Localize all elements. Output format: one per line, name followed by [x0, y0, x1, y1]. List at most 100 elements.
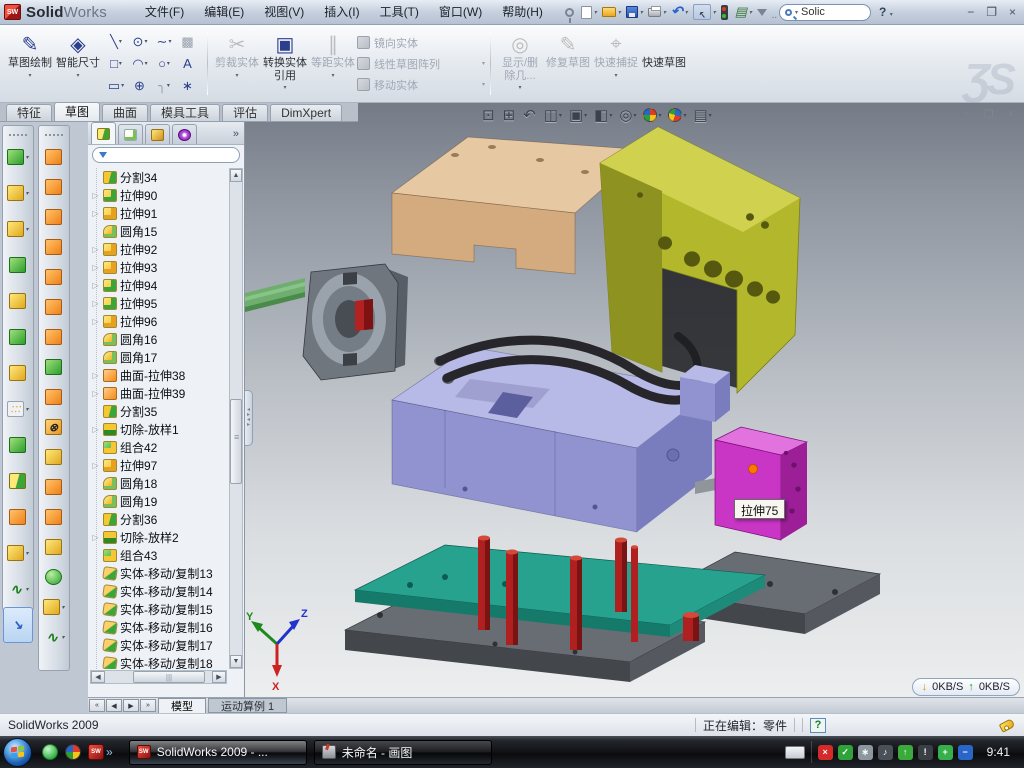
propertymanager-tab-icon[interactable]: [118, 124, 143, 144]
point-icon[interactable]: ∗: [176, 75, 200, 97]
tab-nav-button[interactable]: ▶: [123, 699, 139, 712]
close-button[interactable]: ×: [1009, 5, 1016, 19]
arc-icon[interactable]: ◠▾: [128, 53, 152, 75]
tree-item[interactable]: 分割36: [90, 510, 227, 528]
rapid-sketch-button[interactable]: 快速草图: [640, 28, 688, 99]
tree-item[interactable]: 实体-移动/复制13: [90, 564, 227, 582]
display-delete-relations-button[interactable]: ◎显示/删除几...▾: [496, 28, 544, 99]
spline-icon[interactable]: ∼▾: [152, 31, 176, 53]
convert-entities-button[interactable]: ▣转换实体引用▾: [261, 28, 309, 99]
launch-solidworks-icon[interactable]: SW: [88, 744, 104, 760]
command-tab[interactable]: 模具工具: [150, 104, 220, 121]
health-shield-icon[interactable]: +: [938, 745, 953, 760]
hide-show-items-icon[interactable]: ◎▾: [617, 105, 638, 125]
menu-item[interactable]: 文件(F): [135, 0, 194, 24]
expand-arrow[interactable]: ▷: [91, 533, 100, 542]
ruled-surface-icon[interactable]: [39, 382, 69, 412]
task-button[interactable]: SWSolidWorks 2009 - ...: [129, 740, 307, 765]
command-tab[interactable]: 特征: [6, 104, 52, 121]
tree-item[interactable]: ▷ 切除-放样2: [90, 528, 227, 546]
sync-blocked-icon[interactable]: −: [958, 745, 973, 760]
tree-item[interactable]: 圆角17: [90, 348, 227, 366]
expand-arrow[interactable]: ▷: [91, 245, 100, 254]
draft-icon[interactable]: [3, 319, 33, 355]
boundary-surface-icon[interactable]: [39, 232, 69, 262]
tree-item[interactable]: ▷ 曲面-拉伸39: [90, 384, 227, 402]
instant3d-button[interactable]: ↘: [3, 607, 33, 643]
toolbar-button[interactable]: [755, 2, 771, 22]
tree-item[interactable]: 圆角15: [90, 222, 227, 240]
model-canvas[interactable]: Y Z X: [245, 103, 1024, 697]
menu-item[interactable]: 视图(V): [254, 0, 314, 24]
search-box[interactable]: ▾ Solic: [779, 4, 871, 21]
expand-arrow[interactable]: ▷: [91, 425, 100, 434]
dimxpertmanager-tab-icon[interactable]: [172, 124, 197, 144]
toolbar-button[interactable]: ▾: [579, 2, 599, 22]
command-tab[interactable]: 草图: [54, 102, 100, 121]
search-dropdown-arrow[interactable]: ▾: [795, 9, 798, 16]
menu-item[interactable]: 插入(I): [314, 0, 369, 24]
extend-surface-icon[interactable]: [39, 472, 69, 502]
trim-entities-button[interactable]: ✂剪裁实体▾: [213, 28, 261, 99]
tab-nav-button[interactable]: «: [89, 699, 105, 712]
toolbar-button[interactable]: ▾: [733, 2, 754, 22]
offset-entities-button[interactable]: ∥等距实体▾: [309, 28, 357, 99]
volume-icon[interactable]: ♪: [878, 745, 893, 760]
tree-item[interactable]: ▷ 拉伸97: [90, 456, 227, 474]
thicken-icon[interactable]: [39, 562, 69, 592]
scrollbar-thumb[interactable]: |||: [133, 671, 205, 683]
tree-item[interactable]: 圆角18: [90, 474, 227, 492]
quick-snaps-button[interactable]: ⌖快速捕捉▾: [592, 28, 640, 99]
model-tab[interactable]: 运动算例 1: [208, 698, 287, 713]
updater-icon[interactable]: ∗: [858, 745, 873, 760]
tab-nav-button[interactable]: »: [140, 699, 156, 712]
expand-arrow[interactable]: ▷: [91, 299, 100, 308]
circle-icon[interactable]: ⊙▾: [128, 31, 152, 53]
toolbar-button[interactable]: ▾: [624, 2, 645, 22]
tree-item[interactable]: 实体-移动/复制17: [90, 636, 227, 654]
apply-scene-icon[interactable]: ▾: [666, 107, 688, 123]
start-button[interactable]: [3, 738, 32, 767]
fillet-icon[interactable]: ▾: [3, 211, 33, 247]
part-core-block[interactable]: [392, 347, 712, 532]
scroll-down-button[interactable]: ▼: [230, 655, 242, 668]
command-tab[interactable]: DimXpert: [270, 104, 342, 121]
tree-horizontal-scrollbar[interactable]: ◀ ||| ▶: [90, 670, 227, 684]
delete-face-icon[interactable]: ⊗: [39, 412, 69, 442]
tree-item[interactable]: ▷ 拉伸93: [90, 258, 227, 276]
help-button[interactable]: ? ▾: [879, 5, 893, 19]
tree-vertical-scrollbar[interactable]: ▲ ▼: [229, 168, 243, 669]
tree-item[interactable]: 分割34: [90, 168, 227, 186]
toolbar-button[interactable]: [563, 2, 578, 22]
split-icon[interactable]: [3, 463, 33, 499]
planar-surface-icon[interactable]: [39, 322, 69, 352]
offset-surface-icon[interactable]: [39, 352, 69, 382]
tree-filter-input[interactable]: [92, 147, 240, 163]
polygon-icon[interactable]: ⊕: [128, 75, 152, 97]
shell-icon[interactable]: [3, 283, 33, 319]
toolbar-button[interactable]: ▾: [646, 2, 668, 22]
tree-item[interactable]: 实体-移动/复制14: [90, 582, 227, 600]
expand-arrow[interactable]: ▷: [91, 389, 100, 398]
swept-boss-icon[interactable]: [3, 247, 33, 283]
doc-close-button[interactable]: ×: [1008, 108, 1014, 121]
menu-item[interactable]: 窗口(W): [429, 0, 492, 24]
featuremanager-tab-icon[interactable]: [91, 122, 116, 144]
tree-item[interactable]: ▷ 拉伸95: [90, 294, 227, 312]
combine-icon[interactable]: [3, 427, 33, 463]
sketch-draw-button[interactable]: ✎草图绘制▾: [6, 28, 54, 99]
command-tab[interactable]: 曲面: [102, 104, 148, 121]
swept-surface-icon[interactable]: [39, 142, 69, 172]
menu-item[interactable]: 编辑(E): [194, 0, 254, 24]
revolved-surface-icon[interactable]: [39, 172, 69, 202]
curves-icon[interactable]: ∿▾: [3, 571, 33, 607]
graphics-area[interactable]: Y Z X ⊡⊞↶◫▾▣▾◧▾◎▾▾▾▤▾ −❐× ◂▸◂▸ 拉伸75 ↓ 0K…: [245, 103, 1024, 697]
tree-item[interactable]: ▷ 拉伸91: [90, 204, 227, 222]
reference-geometry-icon[interactable]: ▾: [39, 592, 69, 622]
expand-arrow[interactable]: ▷: [91, 191, 100, 200]
tree-item[interactable]: ▷ 曲面-拉伸38: [90, 366, 227, 384]
part-clamp-cylinder[interactable]: [303, 264, 408, 380]
menu-item[interactable]: 工具(T): [370, 0, 429, 24]
zoom-to-area-icon[interactable]: ⊞: [501, 105, 519, 125]
edit-appearance-icon[interactable]: ▾: [641, 107, 663, 123]
